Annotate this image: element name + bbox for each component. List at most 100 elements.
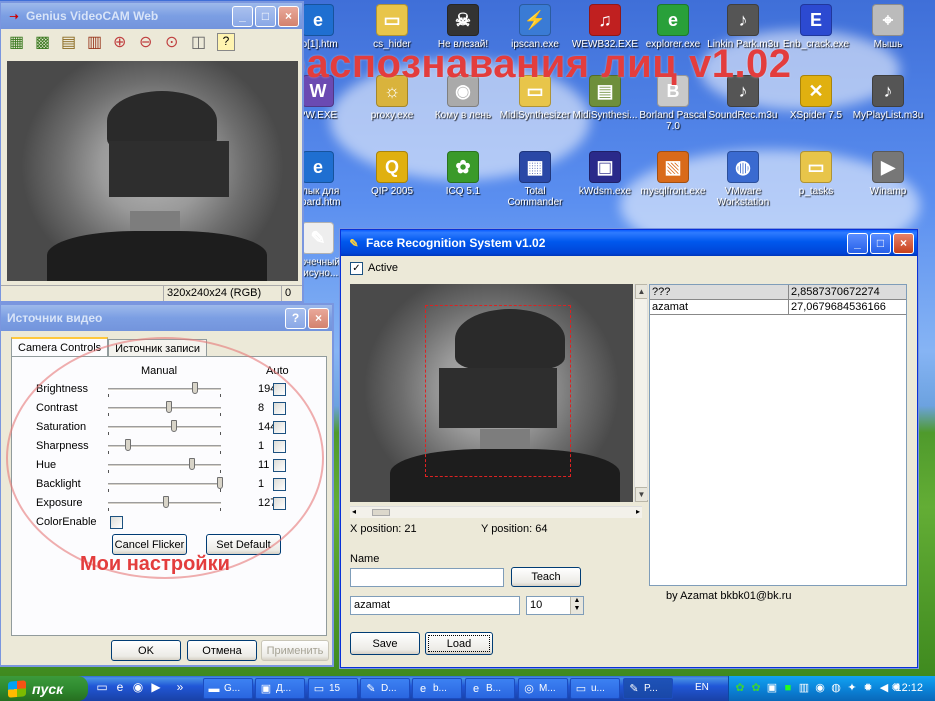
spin-arrows-icon[interactable]: ▲ ▼ [570,597,583,614]
slider-thumb[interactable] [171,420,177,432]
load-button[interactable]: Load [425,632,493,655]
set-default-button[interactable]: Set Default [206,534,281,555]
desktop-icon[interactable]: ▭ p_tasks [778,151,854,197]
slider-thumb[interactable] [166,401,172,413]
quicklaunch-media-icon[interactable]: ◉ [130,680,146,696]
record-icon[interactable]: ▩ [35,32,57,52]
slider-track[interactable] [108,464,221,467]
threshold-spinner[interactable]: 10 ▲ ▼ [526,596,584,615]
maximize-button[interactable]: □ [255,5,276,27]
slider-thumb[interactable] [189,458,195,470]
scroll-right-icon[interactable]: ▸ [636,507,640,516]
bug-tray-icon[interactable]: ✹ [861,681,875,695]
grid-icon[interactable]: ▥ [87,32,109,52]
taskbar-button[interactable]: ◎ M... [518,678,568,699]
icq-tray-icon[interactable]: ✿ [733,681,747,695]
slider-track[interactable] [108,388,221,391]
maximize-button[interactable]: □ [870,232,891,254]
antivirus-tray-icon[interactable]: ◍ [829,681,843,695]
auto-checkbox[interactable] [273,459,286,472]
auto-checkbox[interactable] [273,402,286,415]
app-tray-icon[interactable]: ✦ [845,681,859,695]
close-button[interactable]: × [893,232,914,254]
desktop-icon[interactable]: Q QIP 2005 [354,151,430,197]
results-left-scroll[interactable] [647,284,649,500]
desktop-icon[interactable]: ▦ Total Commander [497,151,573,208]
tab-recording-source[interactable]: Источник записи [108,339,208,357]
taskbar-button[interactable]: e b... [412,678,462,699]
slider-thumb[interactable] [125,439,131,451]
disk-tray-icon[interactable]: ▣ [765,681,779,695]
zoom-fit-icon[interactable]: ⊙ [165,32,187,52]
desktop-icon[interactable]: ▧ mysqlfront.exe [635,151,711,197]
quicklaunch-winamp-icon[interactable]: ▶ [148,680,164,696]
slider-track[interactable] [108,426,221,429]
network-tray-icon[interactable]: ▥ [797,681,811,695]
taskbar-button[interactable]: e B... [465,678,515,699]
person-select[interactable]: azamat [350,596,520,615]
slider-thumb[interactable] [217,477,223,489]
zoom-out-icon[interactable]: ⊖ [139,32,161,52]
desktop-icon[interactable]: ⌖ Мышь [850,4,926,50]
help-icon[interactable]: ? [217,33,235,51]
tab-camera-controls[interactable]: Camera Controls [11,337,109,357]
active-checkbox[interactable]: ✓ [350,262,363,275]
green-tray-icon[interactable]: ■ [781,681,795,695]
slider-track[interactable] [108,483,221,486]
quicklaunch-ie-icon[interactable]: e [112,680,128,696]
slider-track[interactable] [108,407,221,410]
apply-button[interactable]: Применить [261,640,329,661]
taskbar-button[interactable]: ▣ Д... [255,678,305,699]
video-source-titlebar[interactable]: Источник видео ? × [1,305,332,331]
slider-thumb[interactable] [192,382,198,394]
auto-checkbox[interactable] [273,478,286,491]
result-row[interactable]: azamat 27,0679684536166 [650,300,906,315]
taskbar-button[interactable]: ▭ u... [570,678,620,699]
taskbar-button[interactable]: ✎ P... [623,678,673,699]
videocam-titlebar[interactable]: ➝ Genius VideoCAM Web _ □ × [1,3,302,29]
close-button[interactable]: × [308,307,329,329]
desktop-icon[interactable]: ◍ VMware Workstation [705,151,781,208]
ok-button[interactable]: OK [111,640,181,661]
cancel-flicker-button[interactable]: Cancel Flicker [112,534,187,555]
desktop-icon[interactable]: ✿ ICQ 5.1 [425,151,501,197]
save-button[interactable]: Save [350,632,420,655]
clock[interactable]: 12:12 [895,682,923,694]
slider-row-sharpness: Sharpness 1 [36,438,286,456]
capture-icon[interactable]: ▦ [9,32,31,52]
color-enable-checkbox[interactable] [110,516,123,529]
taskbar-button[interactable]: ▭ 15 [308,678,358,699]
desktop-icon[interactable]: ♪ MyPlayList.m3u [850,75,926,121]
auto-checkbox[interactable] [273,421,286,434]
quicklaunch-more[interactable]: » [172,680,188,696]
film-icon[interactable]: ▤ [61,32,83,52]
taskbar-button[interactable]: ✎ D... [360,678,410,699]
close-button[interactable]: × [278,5,299,27]
language-indicator[interactable]: EN [695,682,709,693]
video-hscroll[interactable]: ◂ ▸ [350,506,642,518]
scroll-left-icon[interactable]: ◂ [352,507,356,516]
volume-tray-icon[interactable]: ◉ [813,681,827,695]
minimize-button[interactable]: _ [847,232,868,254]
cancel-button[interactable]: Отмена [187,640,257,661]
quicklaunch-desktop-icon[interactable]: ▭ [94,680,110,696]
desktop-icon[interactable]: ▶ Winamp [850,151,926,197]
auto-checkbox[interactable] [273,497,286,510]
auto-checkbox[interactable] [273,383,286,396]
desktop-icon[interactable]: ▣ kWdsm.exe [567,151,643,197]
frs-titlebar[interactable]: ✎ Face Recognition System v1.02 _ □ × [341,230,917,256]
icq2-tray-icon[interactable]: ✿ [749,681,763,695]
snapshot-icon[interactable]: ◫ [191,32,213,52]
start-button[interactable]: пуск [0,676,88,701]
zoom-in-icon[interactable]: ⊕ [113,32,135,52]
auto-checkbox[interactable] [273,440,286,453]
help-button[interactable]: ? [285,307,306,329]
taskbar-button[interactable]: ▬ G... [203,678,253,699]
video-vscroll[interactable]: ▲ ▼ [634,284,648,502]
name-input[interactable] [350,568,504,587]
hscroll-thumb[interactable] [372,509,390,516]
minimize-button[interactable]: _ [232,5,253,27]
slider-thumb[interactable] [163,496,169,508]
result-row[interactable]: ??? 2,8587370672274 [650,285,906,300]
teach-button[interactable]: Teach [511,567,581,587]
